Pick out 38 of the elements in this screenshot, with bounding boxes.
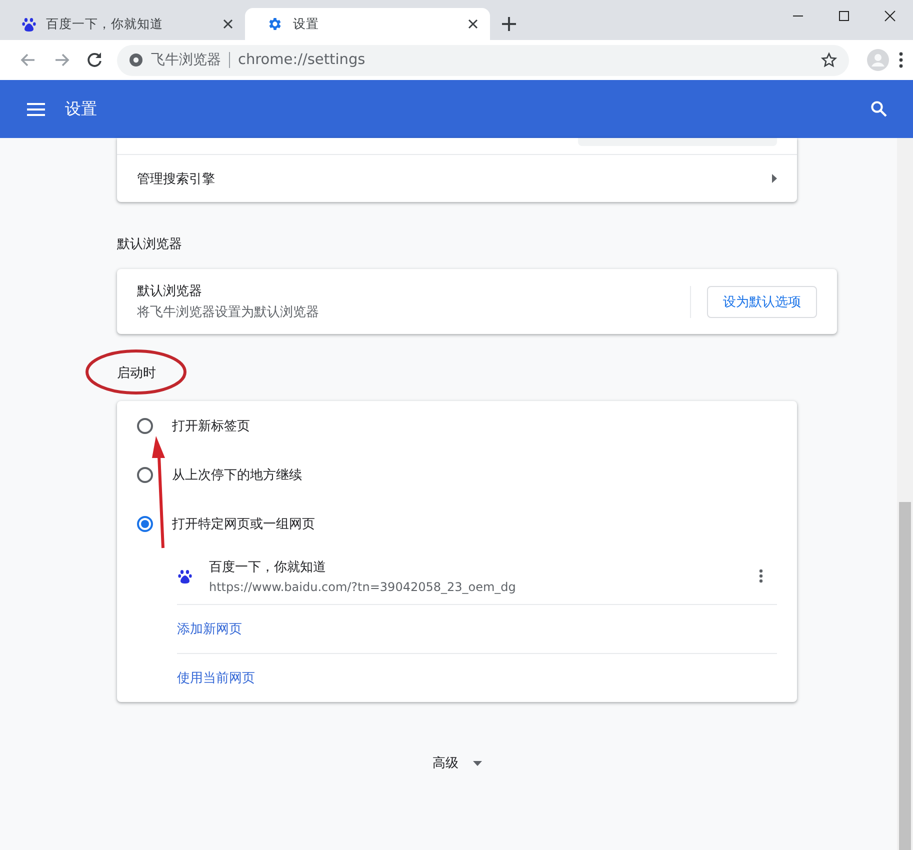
scrollbar-thumb[interactable]: [899, 502, 911, 850]
page-title: 设置: [65, 98, 98, 120]
setting-label: 默认浏览器: [137, 283, 203, 300]
search-icon[interactable]: [871, 101, 887, 117]
bookmark-star-icon[interactable]: [821, 52, 837, 68]
dropdown-field[interactable]: [578, 138, 777, 146]
page-url: https://www.baidu.com/?tn=39042058_23_oem_dg: [209, 580, 517, 594]
option-label: 打开新标签页: [172, 418, 250, 434]
paw-icon: [178, 568, 192, 584]
setting-description: 将飞牛浏览器设置为默认浏览器: [137, 304, 320, 321]
use-current-pages-link[interactable]: 使用当前网页: [177, 669, 255, 687]
close-icon[interactable]: [223, 19, 233, 29]
browser-tab[interactable]: 百度一下，你就知道: [0, 8, 245, 40]
browser-tab[interactable]: 设置: [245, 8, 490, 40]
set-default-button[interactable]: 设为默认选项: [707, 286, 817, 318]
radio-button[interactable]: [137, 516, 153, 532]
paw-icon: [22, 16, 36, 32]
option-label: 打开特定网页或一组网页: [172, 516, 315, 532]
radio-button[interactable]: [137, 418, 153, 434]
manage-search-engines-row[interactable]: 管理搜索引擎: [117, 155, 797, 202]
page-title: 百度一下，你就知道: [209, 559, 327, 576]
new-tab-icon[interactable]: [502, 17, 516, 31]
radio-button[interactable]: [137, 466, 153, 482]
address-bar[interactable]: 飞牛浏览器 chrome://settings: [117, 44, 849, 76]
arrow-right-icon: [772, 174, 777, 183]
more-options-icon[interactable]: [759, 569, 763, 583]
caret-down-icon[interactable]: [472, 760, 482, 766]
section-title: 默认浏览器: [117, 236, 183, 253]
menu-icon[interactable]: [27, 102, 45, 116]
section-title: 启动时: [117, 365, 157, 382]
option-label: 从上次停下的地方继续: [172, 466, 302, 484]
browser-logo-icon: [129, 53, 143, 67]
gear-icon: [267, 16, 283, 32]
row-label: 管理搜索引擎: [137, 170, 216, 188]
menu-dots-icon[interactable]: [899, 52, 903, 68]
add-page-link[interactable]: 添加新网页: [177, 620, 242, 638]
close-icon[interactable]: [468, 19, 478, 29]
advanced-label[interactable]: 高级: [432, 754, 458, 772]
